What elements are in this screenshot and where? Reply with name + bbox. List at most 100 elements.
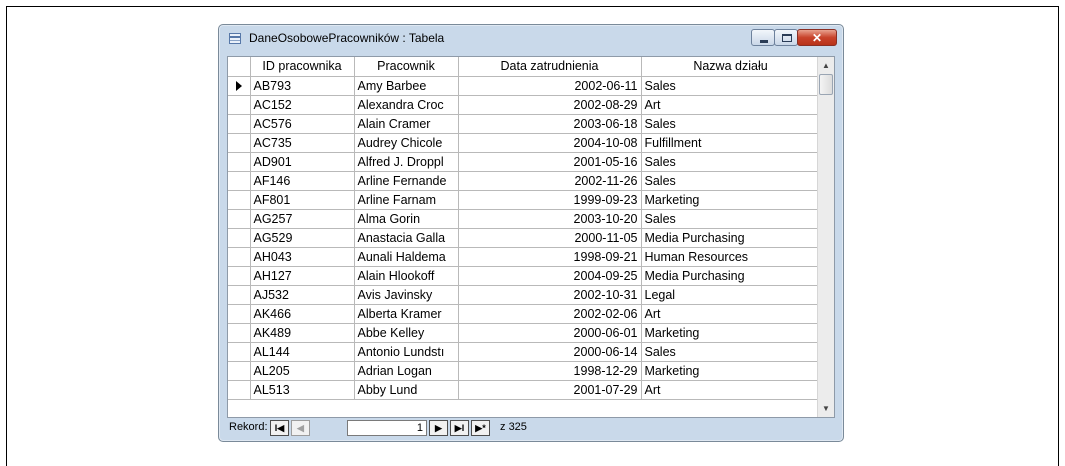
- cell-department[interactable]: Art: [641, 304, 821, 324]
- current-record-input[interactable]: 1: [347, 420, 427, 436]
- title-bar[interactable]: DaneOsobowePracowników : Tabela ✕: [219, 25, 843, 51]
- cell-employee[interactable]: Alma Gorin: [354, 209, 459, 229]
- cell-id[interactable]: AF146: [250, 171, 355, 191]
- cell-id[interactable]: AC576: [250, 114, 355, 134]
- cell-hire-date[interactable]: 1998-12-29: [458, 361, 642, 381]
- cell-employee[interactable]: Aunali Haldema: [354, 247, 459, 267]
- cell-employee[interactable]: Alain Cramer: [354, 114, 459, 134]
- cell-employee[interactable]: Alfred J. Droppl: [354, 152, 459, 172]
- cell-employee[interactable]: Alberta Kramer: [354, 304, 459, 324]
- cell-employee[interactable]: Arline Farnam: [354, 190, 459, 210]
- new-record-button[interactable]: ▶*: [471, 420, 490, 436]
- scroll-up-icon[interactable]: ▲: [818, 57, 834, 74]
- cell-id[interactable]: AK489: [250, 323, 355, 343]
- record-selector[interactable]: [228, 133, 251, 153]
- cell-hire-date[interactable]: 2000-06-14: [458, 342, 642, 362]
- cell-id[interactable]: AL513: [250, 380, 355, 400]
- cell-id[interactable]: AJ532: [250, 285, 355, 305]
- record-selector[interactable]: [228, 304, 251, 324]
- column-header-employee[interactable]: Pracownik: [354, 57, 459, 77]
- cell-department[interactable]: Human Resources: [641, 247, 821, 267]
- record-selector[interactable]: [228, 228, 251, 248]
- record-selector[interactable]: [228, 114, 251, 134]
- cell-hire-date[interactable]: 1998-09-21: [458, 247, 642, 267]
- table-row[interactable]: AG529 Anastacia Galla 2000-11-05 Media Purc…: [228, 228, 821, 248]
- table-row[interactable]: AK466 Alberta Kramer 2002-02-06 Art: [228, 304, 821, 324]
- cell-id[interactable]: AC735: [250, 133, 355, 153]
- table-row[interactable]: AF801 Arline Farnam 1999-09-23 Marketing: [228, 190, 821, 210]
- cell-department[interactable]: Legal: [641, 285, 821, 305]
- cell-employee[interactable]: Adrian Logan: [354, 361, 459, 381]
- table-row[interactable]: AL513 Abby Lund 2001-07-29 Art: [228, 380, 821, 400]
- cell-id[interactable]: AD901: [250, 152, 355, 172]
- table-row[interactable]: AL144 Antonio Lundstı 2000-06-14 Sales: [228, 342, 821, 362]
- record-selector[interactable]: [228, 247, 251, 267]
- select-all-corner[interactable]: [228, 57, 251, 77]
- column-header-id[interactable]: ID pracownika: [250, 57, 355, 77]
- cell-department[interactable]: Sales: [641, 152, 821, 172]
- record-selector[interactable]: [228, 190, 251, 210]
- last-record-button[interactable]: ▶I: [450, 420, 469, 436]
- column-header-department[interactable]: Nazwa działu: [641, 57, 821, 77]
- cell-employee[interactable]: Antonio Lundstı: [354, 342, 459, 362]
- table-row[interactable]: AH043 Aunali Haldema 1998-09-21 Human Resou…: [228, 247, 821, 267]
- cell-hire-date[interactable]: 2002-06-11: [458, 76, 642, 96]
- table-row[interactable]: AJ532 Avis Javinsky 2002-10-31 Legal: [228, 285, 821, 305]
- cell-employee[interactable]: Anastacia Galla: [354, 228, 459, 248]
- cell-employee[interactable]: Abby Lund: [354, 380, 459, 400]
- record-selector[interactable]: [228, 342, 251, 362]
- cell-employee[interactable]: Alain Hlookoff: [354, 266, 459, 286]
- cell-department[interactable]: Sales: [641, 114, 821, 134]
- cell-department[interactable]: Media Purchasing: [641, 228, 821, 248]
- cell-hire-date[interactable]: 2004-10-08: [458, 133, 642, 153]
- cell-id[interactable]: AC152: [250, 95, 355, 115]
- record-selector[interactable]: [228, 152, 251, 172]
- cell-hire-date[interactable]: 2001-05-16: [458, 152, 642, 172]
- previous-record-button[interactable]: ◀: [291, 420, 310, 436]
- cell-id[interactable]: AL144: [250, 342, 355, 362]
- cell-hire-date[interactable]: 2002-02-06: [458, 304, 642, 324]
- cell-hire-date[interactable]: 2003-10-20: [458, 209, 642, 229]
- record-selector[interactable]: [228, 95, 251, 115]
- cell-department[interactable]: Art: [641, 380, 821, 400]
- maximize-button[interactable]: [774, 29, 798, 46]
- vertical-scrollbar[interactable]: ▲ ▼: [817, 57, 834, 417]
- cell-department[interactable]: Media Purchasing: [641, 266, 821, 286]
- cell-hire-date[interactable]: 1999-09-23: [458, 190, 642, 210]
- cell-department[interactable]: Sales: [641, 209, 821, 229]
- next-record-button[interactable]: ▶: [429, 420, 448, 436]
- record-selector[interactable]: [228, 361, 251, 381]
- cell-id[interactable]: AK466: [250, 304, 355, 324]
- cell-id[interactable]: AF801: [250, 190, 355, 210]
- table-row[interactable]: AK489 Abbe Kelley 2000-06-01 Marketing: [228, 323, 821, 343]
- table-row[interactable]: AC576 Alain Cramer 2003-06-18 Sales: [228, 114, 821, 134]
- cell-hire-date[interactable]: 2001-07-29: [458, 380, 642, 400]
- table-row[interactable]: AG257 Alma Gorin 2003-10-20 Sales: [228, 209, 821, 229]
- record-selector[interactable]: [228, 266, 251, 286]
- table-row[interactable]: AC735 Audrey Chicole 2004-10-08 Fulfillment: [228, 133, 821, 153]
- table-row[interactable]: AB793 Amy Barbee 2002-06-11 Sales: [228, 76, 821, 96]
- cell-id[interactable]: AB793: [250, 76, 355, 96]
- record-selector[interactable]: [228, 285, 251, 305]
- cell-department[interactable]: Marketing: [641, 190, 821, 210]
- table-row[interactable]: AC152 Alexandra Croc 2002-08-29 Art: [228, 95, 821, 115]
- cell-department[interactable]: Art: [641, 95, 821, 115]
- record-selector[interactable]: [228, 171, 251, 191]
- table-row[interactable]: AL205 Adrian Logan 1998-12-29 Marketing: [228, 361, 821, 381]
- cell-id[interactable]: AG529: [250, 228, 355, 248]
- cell-employee[interactable]: Arline Fernande: [354, 171, 459, 191]
- cell-employee[interactable]: Abbe Kelley: [354, 323, 459, 343]
- record-selector[interactable]: [228, 323, 251, 343]
- cell-employee[interactable]: Avis Javinsky: [354, 285, 459, 305]
- record-selector[interactable]: [228, 76, 251, 96]
- column-header-hire-date[interactable]: Data zatrudnienia: [458, 57, 642, 77]
- scroll-thumb[interactable]: [819, 74, 833, 95]
- cell-employee[interactable]: Amy Barbee: [354, 76, 459, 96]
- cell-department[interactable]: Marketing: [641, 361, 821, 381]
- cell-hire-date[interactable]: 2000-06-01: [458, 323, 642, 343]
- cell-hire-date[interactable]: 2002-08-29: [458, 95, 642, 115]
- cell-hire-date[interactable]: 2004-09-25: [458, 266, 642, 286]
- cell-id[interactable]: AL205: [250, 361, 355, 381]
- minimize-button[interactable]: [751, 29, 775, 46]
- table-row[interactable]: AF146 Arline Fernande 2002-11-26 Sales: [228, 171, 821, 191]
